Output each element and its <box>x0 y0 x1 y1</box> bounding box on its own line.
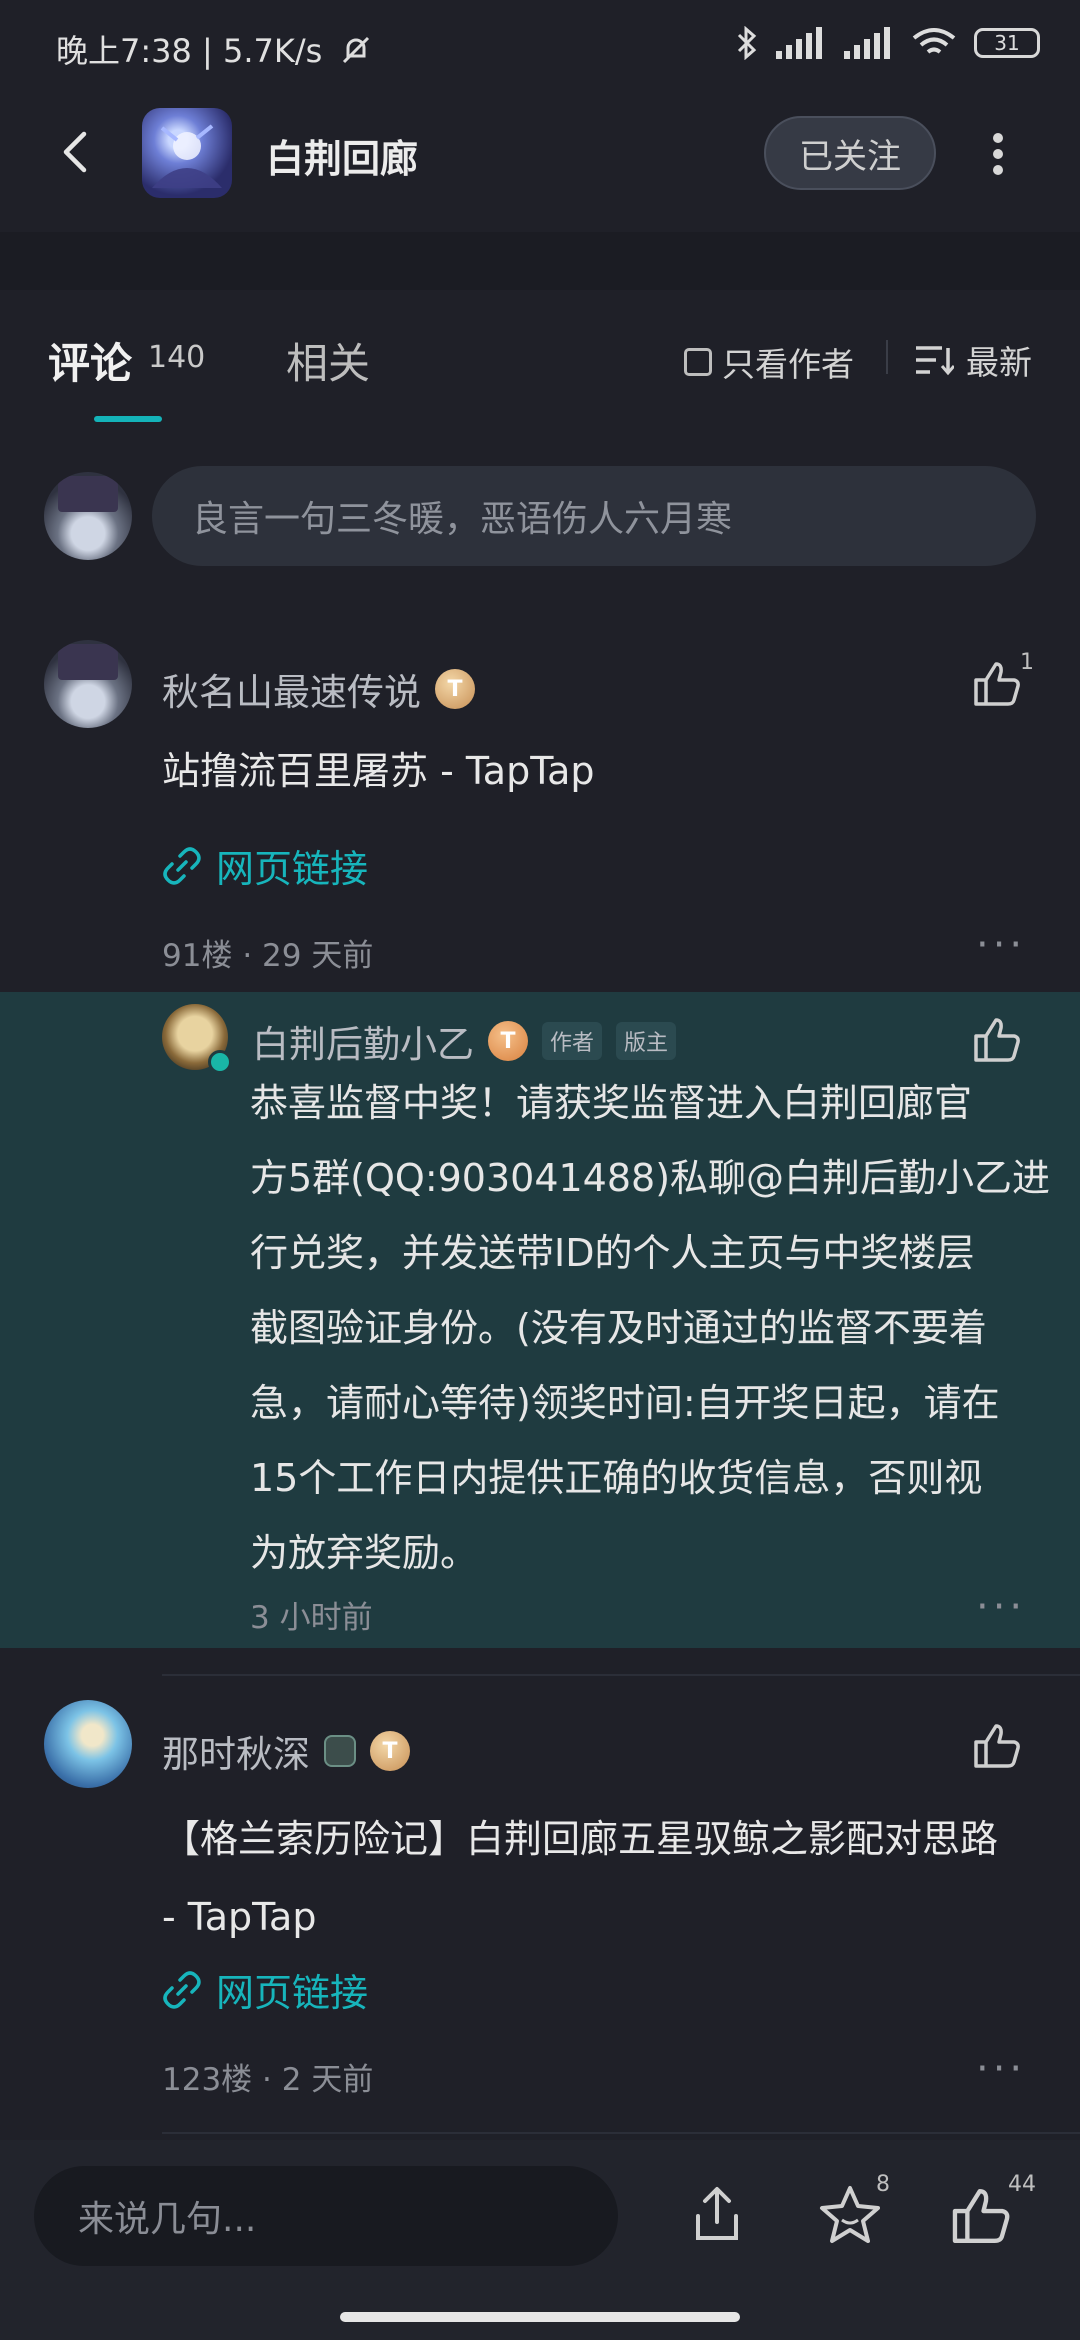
tab-related[interactable]: 相关 <box>286 330 370 391</box>
active-tab-indicator <box>94 416 162 422</box>
reply-header: 白荆后勤小乙 T 作者 版主 <box>252 1014 677 1068</box>
like-icon[interactable] <box>972 660 1022 708</box>
comment-time: 29 天前 <box>262 938 374 974</box>
section-divider <box>0 232 1080 290</box>
meta-dot: · <box>262 2062 282 2098</box>
comment-text-line: - TapTap <box>162 1895 317 1939</box>
level-badge: T <box>370 1731 410 1771</box>
level-badge: T <box>488 1021 528 1061</box>
like-icon[interactable] <box>950 2186 1012 2246</box>
comment-header: 秋名山最速传说 T <box>162 662 475 716</box>
like-count: 44 <box>1008 2172 1036 2197</box>
home-indicator[interactable] <box>340 2312 740 2322</box>
comment-separator <box>162 1674 1080 1676</box>
web-link-label: 网页链接 <box>216 1971 369 2015</box>
like-icon[interactable] <box>972 1722 1022 1770</box>
comment-text-line: 【格兰索历险记】白荆回廊五星驭鲸之影配对思路 <box>162 1817 999 1861</box>
author-only-label: 只看作者 <box>722 345 854 384</box>
favorite-star-icon[interactable] <box>818 2184 882 2246</box>
avatar[interactable] <box>44 1700 132 1788</box>
favorite-count: 8 <box>876 2172 890 2197</box>
wifi-icon <box>912 28 956 54</box>
avatar-hat-shape <box>58 476 118 512</box>
web-link[interactable]: 网页链接 <box>162 1962 368 2017</box>
game-art-icon <box>152 124 222 188</box>
achievement-badge-icon <box>324 1735 356 1767</box>
tab-comments-count: 140 <box>148 340 206 375</box>
like-count: 1 <box>1020 650 1034 675</box>
bluetooth-icon <box>737 26 757 60</box>
my-avatar[interactable] <box>44 472 132 560</box>
comment-text: 站撸流百里屠苏 - TapTap <box>162 749 595 793</box>
comment-input-placeholder: 良言一句三冬暖，恶语伤人六月寒 <box>192 499 733 540</box>
sort-icon <box>916 346 954 376</box>
battery-indicator: 31 <box>974 28 1040 58</box>
comment-more-button[interactable]: ··· <box>976 922 1026 968</box>
reply-line: 恭喜监督中奖！请获奖监督进入白荆回廊官 <box>250 1081 973 1125</box>
mute-bell-icon <box>342 36 369 64</box>
reply-input-placeholder: 来说几句... <box>78 2199 257 2240</box>
reply-time: 3 小时前 <box>250 1600 373 1636</box>
follow-button-label: 已关注 <box>799 136 901 177</box>
tab-comments[interactable]: 评论 <box>48 330 132 391</box>
web-link[interactable]: 网页链接 <box>162 838 368 893</box>
comment-text: 【格兰索历险记】白荆回廊五星驭鲸之影配对思路 - TapTap <box>162 1800 998 1956</box>
reply-line: 截图验证身份。(没有及时通过的监督不要着 <box>250 1306 987 1350</box>
status-bar-right: 31 <box>736 26 1040 60</box>
sort-label: 最新 <box>966 343 1032 382</box>
signal-hd-icon <box>844 27 890 59</box>
back-arrow-icon[interactable] <box>52 128 100 176</box>
follow-button[interactable]: 已关注 <box>764 116 936 190</box>
game-icon[interactable] <box>142 108 232 198</box>
reply-text: 恭喜监督中奖！请获奖监督进入白荆回廊官 方5群(QQ:903041488)私聊@… <box>250 1066 1080 1591</box>
link-icon <box>163 846 201 885</box>
comment-input[interactable]: 良言一句三冬暖，恶语伤人六月寒 <box>152 466 1036 566</box>
author-only-checkbox[interactable] <box>684 348 712 376</box>
reply-line: 行兑奖，并发送带ID的个人主页与中奖楼层 <box>250 1231 975 1275</box>
like-icon[interactable] <box>972 1016 1022 1064</box>
reply-line: 方5群(QQ:903041488)私聊@白荆后勤小乙进 <box>250 1156 1051 1200</box>
author-only-toggle[interactable]: 只看作者 <box>684 338 854 386</box>
comment-more-button[interactable]: ··· <box>976 2046 1026 2092</box>
comment-username[interactable]: 那时秋深 <box>162 1724 310 1778</box>
more-vertical-icon[interactable] <box>990 130 1006 178</box>
comment-floor: 123楼 <box>162 2062 253 2098</box>
signal-icon <box>776 27 822 59</box>
avatar[interactable] <box>44 640 132 728</box>
reply-more-button[interactable]: ··· <box>976 1584 1026 1630</box>
level-badge: T <box>435 669 475 709</box>
status-bar-left: 晚上7:38 | 5.7K/s <box>56 26 373 72</box>
reply-line: 为放弃奖励。 <box>250 1531 479 1575</box>
meta-dot: · <box>242 938 263 974</box>
author-tag: 作者 <box>542 1022 603 1060</box>
reply-input[interactable]: 来说几句... <box>34 2166 618 2266</box>
status-time-speed: 晚上7:38 | 5.7K/s <box>56 32 323 70</box>
avatar[interactable] <box>162 1004 232 1074</box>
comment-floor: 91楼 <box>162 938 233 974</box>
reply-line: 15个工作日内提供正确的收货信息，否则视 <box>250 1456 983 1500</box>
share-icon[interactable] <box>686 2184 748 2246</box>
reply-username[interactable]: 白荆后勤小乙 <box>252 1014 474 1068</box>
comment-header: 那时秋深 T <box>162 1724 410 1778</box>
sort-button[interactable]: 最新 <box>916 336 1032 384</box>
comment-meta: 123楼 · 2 天前 <box>162 2054 373 2099</box>
comment-meta: 91楼 · 29 天前 <box>162 930 373 975</box>
web-link-label: 网页链接 <box>216 847 369 891</box>
filter-divider <box>886 340 888 374</box>
comment-time: 2 天前 <box>281 2062 374 2098</box>
page-title: 白荆回廊 <box>266 137 419 181</box>
battery-level: 31 <box>994 31 1020 55</box>
comment-separator <box>162 2132 1080 2134</box>
link-icon <box>163 1970 201 2009</box>
comment-username[interactable]: 秋名山最速传说 <box>162 662 421 716</box>
avatar-hat-shape <box>58 644 118 680</box>
verified-icon <box>208 1050 232 1074</box>
moderator-tag: 版主 <box>616 1022 677 1060</box>
reply-line: 急，请耐心等待)领奖时间:自开奖日起，请在 <box>250 1381 1000 1425</box>
